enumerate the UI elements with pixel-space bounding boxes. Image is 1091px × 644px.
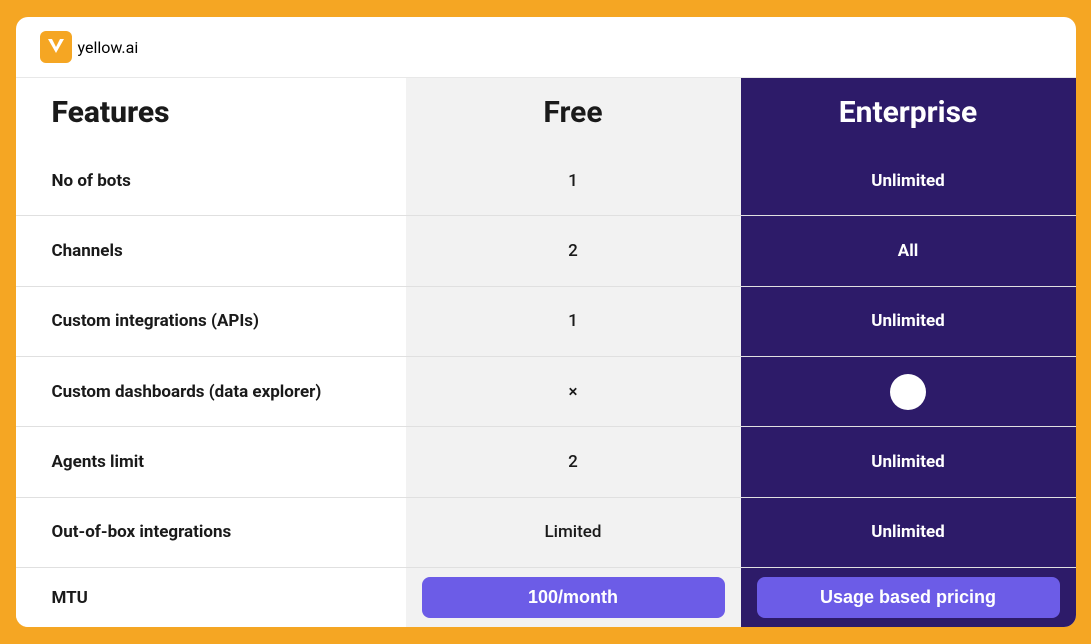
free-value-apis: 1 xyxy=(568,311,578,331)
table-row: Out-of-box integrations Limited Unlimite… xyxy=(16,497,1076,567)
free-cell-channels: 2 xyxy=(406,216,741,285)
feature-cell-agents: Agents limit xyxy=(16,427,406,496)
table-row: No of bots 1 Unlimited xyxy=(16,146,1076,215)
feature-cell-channels: Channels xyxy=(16,216,406,285)
feature-cell-bots: No of bots xyxy=(16,146,406,215)
table-row: Custom integrations (APIs) 1 Unlimited xyxy=(16,286,1076,356)
feature-label-agents: Agents limit xyxy=(52,452,145,472)
logo-text: yellow.ai xyxy=(78,38,139,57)
enterprise-value-bots: Unlimited xyxy=(871,171,944,191)
free-cell-bots: 1 xyxy=(406,146,741,215)
pricing-table: Features Free Enterprise No of bots 1 Un… xyxy=(16,78,1076,627)
table-row: Agents limit 2 Unlimited xyxy=(16,426,1076,496)
mtu-row: MTU 100/month Usage based pricing xyxy=(16,567,1076,627)
enterprise-value-agents: Unlimited xyxy=(871,452,944,472)
enterprise-cell-agents: Unlimited xyxy=(741,427,1076,496)
enterprise-cell-apis: Unlimited xyxy=(741,287,1076,356)
free-cell-apis: 1 xyxy=(406,287,741,356)
free-value-outofbox: Limited xyxy=(544,522,601,542)
mtu-label: MTU xyxy=(52,588,88,608)
feature-cell-apis: Custom integrations (APIs) xyxy=(16,287,406,356)
feature-label-apis: Custom integrations (APIs) xyxy=(52,311,260,331)
free-value-channels: 2 xyxy=(568,241,578,261)
table-row: Channels 2 All xyxy=(16,215,1076,285)
header-enterprise-cell: Enterprise xyxy=(741,78,1076,146)
mtu-enterprise-button[interactable]: Usage based pricing xyxy=(757,577,1060,618)
enterprise-heading: Enterprise xyxy=(839,95,977,130)
free-cell-dashboards: × xyxy=(406,357,741,426)
enterprise-value-outofbox: Unlimited xyxy=(871,522,944,542)
mtu-free-cell: 100/month xyxy=(406,568,741,627)
table-row: Custom dashboards (data explorer) × ✓ xyxy=(16,356,1076,426)
feature-cell-dashboards: Custom dashboards (data explorer) xyxy=(16,357,406,426)
feature-label-channels: Channels xyxy=(52,241,123,261)
free-cell-agents: 2 xyxy=(406,427,741,496)
free-value-bots: 1 xyxy=(568,171,578,191)
feature-label-outofbox: Out-of-box integrations xyxy=(52,522,232,542)
enterprise-cell-dashboards: ✓ xyxy=(741,357,1076,426)
header-free-cell: Free xyxy=(406,78,741,146)
enterprise-cell-channels: All xyxy=(741,216,1076,285)
free-cell-outofbox: Limited xyxy=(406,498,741,567)
mtu-free-button[interactable]: 100/month xyxy=(422,577,725,618)
check-circle-icon: ✓ xyxy=(890,374,926,410)
yellow-ai-logo-icon xyxy=(40,31,72,63)
free-heading: Free xyxy=(543,95,602,130)
feature-label-bots: No of bots xyxy=(52,171,131,191)
enterprise-cell-bots: Unlimited xyxy=(741,146,1076,215)
mtu-feature-cell: MTU xyxy=(16,568,406,627)
table-body: No of bots 1 Unlimited Channels 2 All xyxy=(16,146,1076,567)
enterprise-cell-outofbox: Unlimited xyxy=(741,498,1076,567)
features-heading: Features xyxy=(52,95,170,130)
pricing-card: yellow.ai Features Free Enterprise No of… xyxy=(16,17,1076,627)
enterprise-value-channels: All xyxy=(898,241,918,261)
logo-bar: yellow.ai xyxy=(16,17,1076,78)
checkmark-icon: ✓ xyxy=(901,382,915,402)
table-header: Features Free Enterprise xyxy=(16,78,1076,146)
feature-label-dashboards: Custom dashboards (data explorer) xyxy=(52,382,322,402)
free-value-agents: 2 xyxy=(568,452,578,472)
feature-cell-outofbox: Out-of-box integrations xyxy=(16,498,406,567)
mtu-enterprise-cell: Usage based pricing xyxy=(741,568,1076,627)
header-features-cell: Features xyxy=(16,78,406,146)
enterprise-value-apis: Unlimited xyxy=(871,311,944,331)
cross-icon: × xyxy=(568,382,577,402)
